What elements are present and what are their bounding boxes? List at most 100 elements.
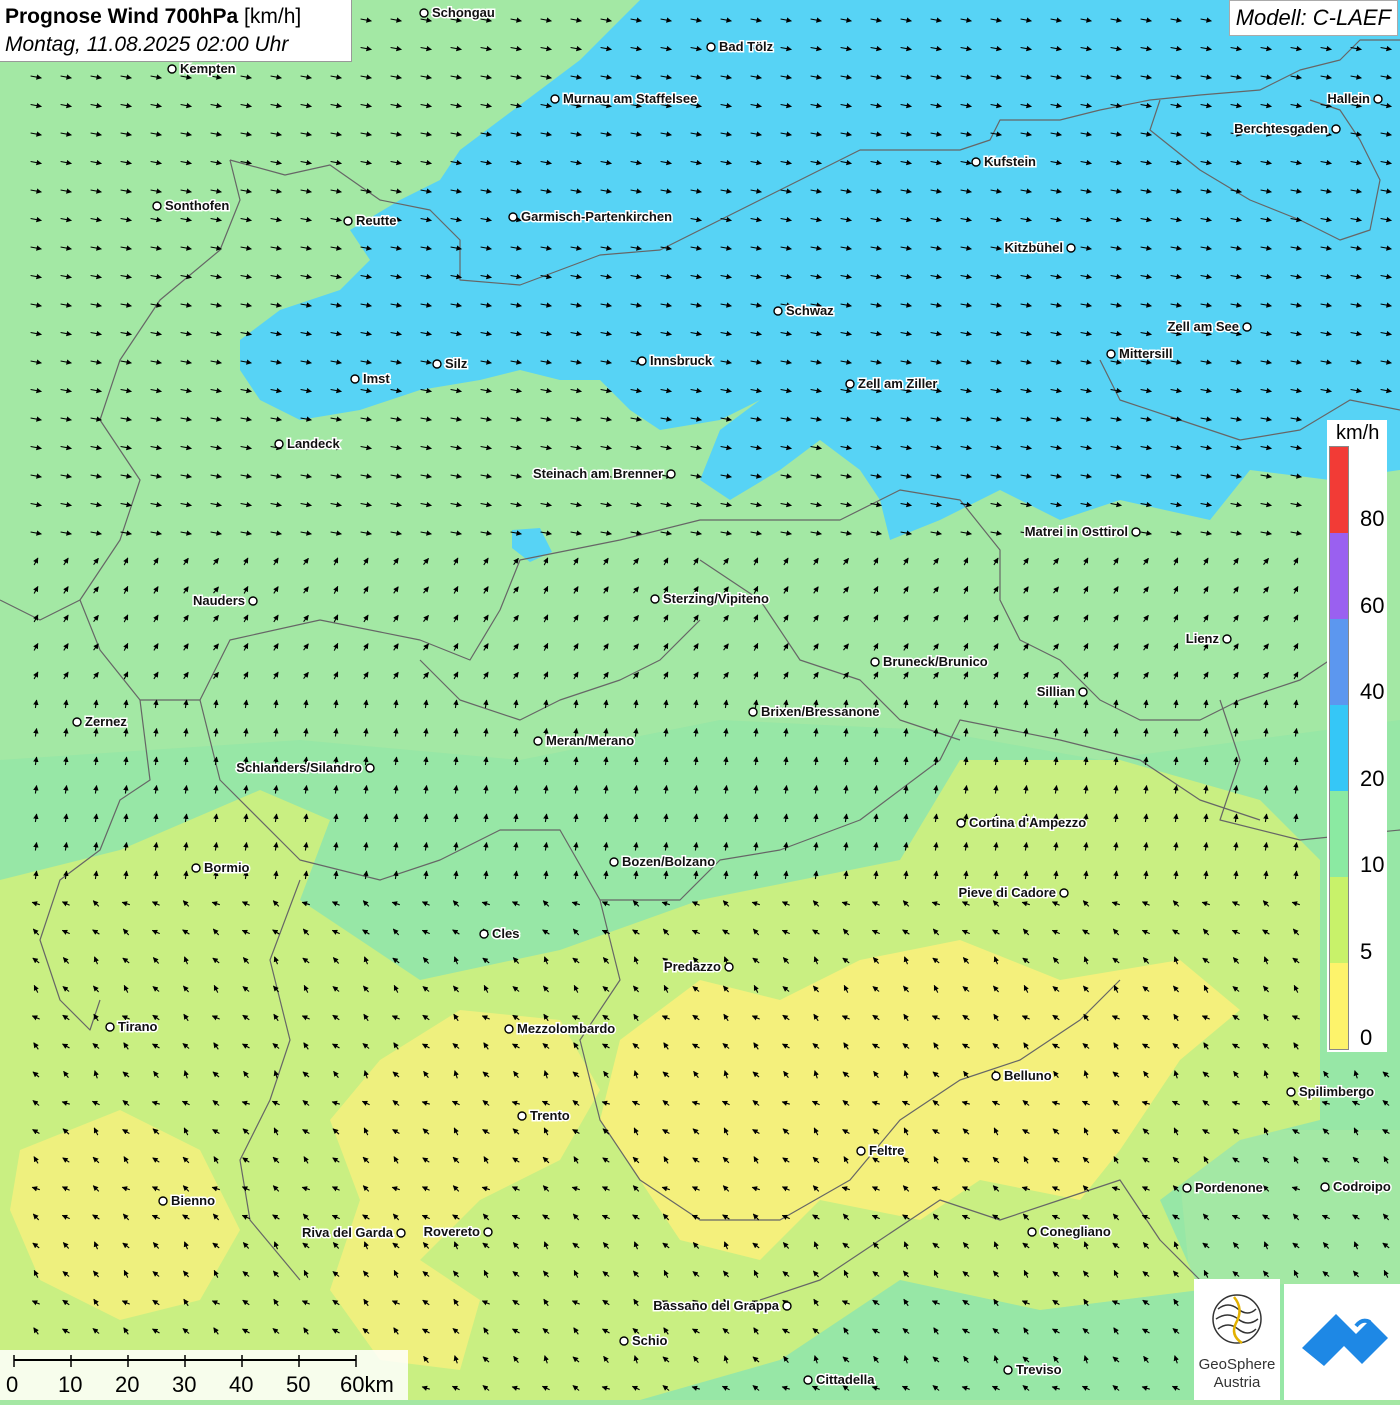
city-dot — [724, 962, 734, 972]
city-marker[interactable]: Steinach am Brenner — [531, 465, 676, 483]
scale-label-10: 10 — [58, 1372, 83, 1397]
city-label: Landeck — [287, 436, 341, 451]
city-marker[interactable]: Riva del Garda — [300, 1224, 406, 1242]
city-label: Conegliano — [1040, 1224, 1111, 1239]
city-dot — [1027, 1227, 1037, 1237]
city-marker[interactable]: Meran/Merano — [533, 732, 636, 750]
city-marker[interactable]: Bassano del Grappa — [652, 1297, 792, 1315]
city-label: Cles — [492, 926, 519, 941]
legend-label: 60 — [1360, 593, 1385, 618]
city-dot — [706, 42, 716, 52]
color-legend: km/h 80 60 40 20 10 5 0 — [1327, 420, 1387, 1052]
city-dot — [479, 929, 489, 939]
city-marker[interactable]: Sterzing/Vipiteno — [650, 590, 770, 608]
city-label: Bienno — [171, 1193, 215, 1208]
city-dot — [1131, 527, 1141, 537]
app-logo[interactable] — [1284, 1284, 1400, 1400]
city-dot — [1222, 634, 1232, 644]
wind-map[interactable]: Schongau Bad Tölz Kempten Murnau am Staffel… — [0, 0, 1400, 1400]
city-dot — [956, 818, 966, 828]
legend-colorbar — [1329, 446, 1349, 1050]
city-marker[interactable]: Schongau — [419, 4, 496, 22]
city-label: Bozen/Bolzano — [622, 854, 715, 869]
city-dot — [504, 1024, 514, 1034]
city-dot — [782, 1301, 792, 1311]
geosphere-name: GeoSphere — [1198, 1356, 1276, 1373]
city-label: Spilimbergo — [1299, 1084, 1374, 1099]
city-label: Bad Tölz — [719, 39, 774, 54]
city-marker[interactable]: Cortina d'Ampezzo — [956, 814, 1088, 832]
city-label: Belluno — [1004, 1068, 1052, 1083]
city-label: Bassano del Grappa — [653, 1298, 779, 1313]
city-dot — [72, 717, 82, 727]
city-label: Steinach am Brenner — [533, 466, 663, 481]
city-label: Matrei in Osttirol — [1025, 524, 1128, 539]
city-dot — [158, 1196, 168, 1206]
city-marker[interactable]: Murnau am Staffelsee — [550, 90, 699, 108]
city-label: Nauders — [193, 593, 245, 608]
city-marker[interactable]: Innsbruck — [637, 352, 714, 370]
city-label: Sterzing/Vipiteno — [663, 591, 769, 606]
city-dot — [350, 374, 360, 384]
city-label: Sonthofen — [165, 198, 229, 213]
city-marker[interactable]: Zell am Ziller — [845, 375, 939, 393]
geosphere-logo[interactable]: GeoSphere Austria — [1194, 1279, 1280, 1400]
map-title: Prognose Wind 700hPa — [5, 5, 239, 28]
city-marker[interactable]: Spilimbergo — [1286, 1083, 1376, 1101]
map-unit: [km/h] — [244, 5, 302, 28]
city-dot — [1331, 124, 1341, 134]
city-marker[interactable]: Pordenone — [1182, 1179, 1264, 1197]
legend-segment — [1330, 877, 1348, 963]
city-dot — [666, 469, 676, 479]
city-dot — [432, 359, 442, 369]
city-marker[interactable]: Matrei in Osttirol — [1023, 523, 1141, 541]
city-label: Hallein — [1327, 91, 1370, 106]
city-label: Predazzo — [664, 959, 721, 974]
city-dot — [1106, 349, 1116, 359]
city-marker[interactable]: Bozen/Bolzano — [609, 853, 717, 871]
city-label: Innsbruck — [650, 353, 713, 368]
city-dot — [533, 736, 543, 746]
city-dot — [1373, 94, 1383, 104]
legend-segment — [1330, 533, 1348, 619]
city-label: Mezzolombardo — [517, 1021, 615, 1036]
scale-label-60km: 60km — [340, 1372, 394, 1397]
legend-label: 0 — [1360, 1025, 1373, 1050]
city-label: Tirano — [118, 1019, 158, 1034]
scale-bar: 0 10 20 30 40 50 60km — [0, 1350, 408, 1400]
city-label: Reutte — [356, 213, 396, 228]
city-marker[interactable]: Schlanders/Silandro — [235, 759, 375, 777]
city-marker[interactable]: Conegliano — [1027, 1223, 1112, 1241]
city-dot — [483, 1227, 493, 1237]
city-dot — [550, 94, 560, 104]
city-dot — [248, 596, 258, 606]
city-marker[interactable]: Pieve di Cadore — [957, 884, 1069, 902]
city-label: Sillian — [1037, 684, 1075, 699]
city-dot — [856, 1146, 866, 1156]
city-marker[interactable]: Berchtesgaden — [1233, 120, 1341, 138]
city-dot — [396, 1228, 406, 1238]
title-box: Prognose Wind 700hPa [km/h] Montag, 11.0… — [0, 0, 352, 62]
city-marker[interactable]: Bruneck/Brunico — [870, 653, 989, 671]
city-label: Mittersill — [1119, 346, 1172, 361]
city-dot — [845, 379, 855, 389]
city-label: Murnau am Staffelsee — [563, 91, 697, 106]
city-marker[interactable]: Mezzolombardo — [504, 1020, 617, 1038]
city-marker[interactable]: Garmisch-Partenkirchen — [508, 208, 674, 226]
city-marker[interactable]: Brixen/Bressanone — [748, 703, 881, 721]
city-label: Kempten — [180, 61, 236, 76]
scale-label-30: 30 — [172, 1372, 197, 1397]
scale-label-50: 50 — [286, 1372, 311, 1397]
city-label: Schongau — [432, 5, 495, 20]
city-dot — [971, 157, 981, 167]
city-label: Bruneck/Brunico — [883, 654, 988, 669]
city-marker[interactable]: Sonthofen — [152, 197, 231, 215]
city-dot — [1182, 1183, 1192, 1193]
legend-segment — [1330, 963, 1348, 1049]
city-label: Feltre — [869, 1143, 904, 1158]
city-label: Imst — [363, 371, 390, 386]
city-dot — [152, 201, 162, 211]
city-dot — [1286, 1087, 1296, 1097]
geosphere-emblem-icon — [1212, 1294, 1262, 1345]
city-marker[interactable]: Zell am See — [1166, 318, 1252, 336]
